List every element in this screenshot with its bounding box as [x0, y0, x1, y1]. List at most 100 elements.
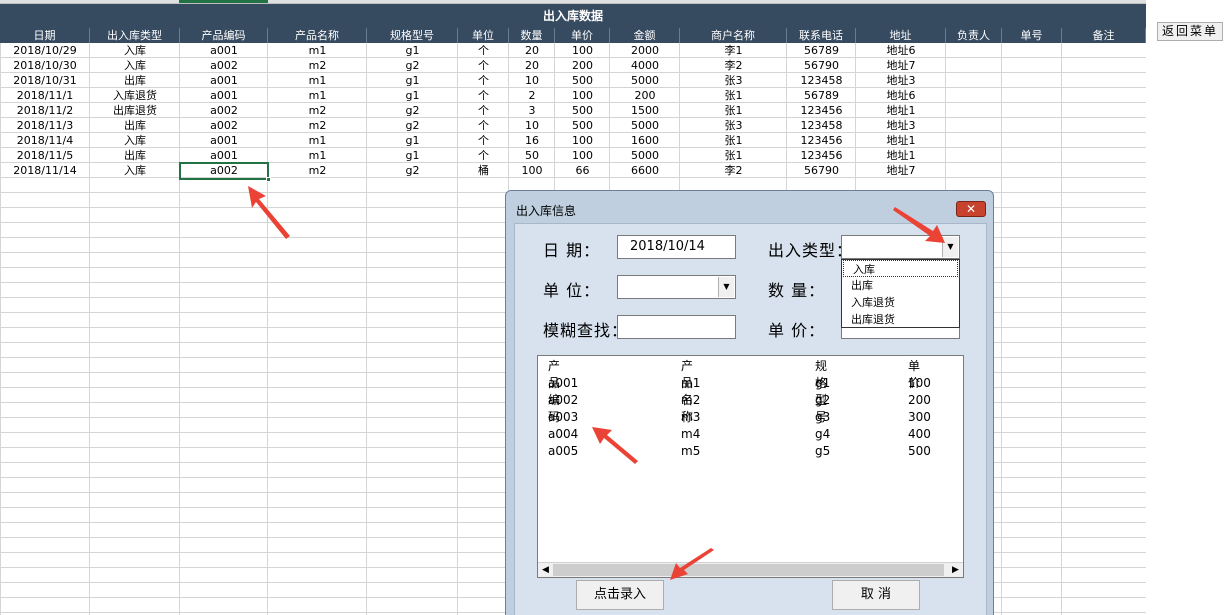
table-cell[interactable]: 出库: [90, 118, 180, 133]
table-cell[interactable]: 个: [458, 58, 509, 73]
table-cell[interactable]: a001: [180, 88, 268, 103]
date-field[interactable]: 2018/10/14: [617, 235, 736, 259]
table-cell[interactable]: a001: [180, 133, 268, 148]
horizontal-scrollbar[interactable]: ◀ ▶: [538, 562, 963, 577]
table-cell[interactable]: 入库退货: [90, 88, 180, 103]
table-cell[interactable]: 16: [509, 133, 555, 148]
table-cell[interactable]: 5000: [610, 118, 680, 133]
table-cell[interactable]: 500: [555, 118, 610, 133]
column-header[interactable]: 地址: [856, 28, 946, 43]
table-cell[interactable]: m2: [268, 58, 367, 73]
type-option[interactable]: 入库: [843, 260, 958, 277]
table-cell[interactable]: a002: [180, 118, 268, 133]
table-cell[interactable]: 1600: [610, 133, 680, 148]
table-cell[interactable]: [1062, 43, 1146, 58]
table-cell[interactable]: 个: [458, 73, 509, 88]
table-cell[interactable]: 入库: [90, 163, 180, 178]
table-cell[interactable]: 地址1: [856, 103, 946, 118]
close-button[interactable]: ✕: [956, 201, 986, 217]
table-cell[interactable]: 10: [509, 73, 555, 88]
table-cell[interactable]: 56789: [787, 43, 856, 58]
table-cell[interactable]: g2: [367, 163, 458, 178]
table-cell[interactable]: [1002, 133, 1062, 148]
table-cell[interactable]: 200: [610, 88, 680, 103]
table-cell[interactable]: [946, 163, 1002, 178]
column-header[interactable]: 单号: [1002, 28, 1062, 43]
search-input[interactable]: [617, 315, 736, 339]
column-header[interactable]: 日期: [0, 28, 90, 43]
table-cell[interactable]: 地址1: [856, 133, 946, 148]
column-header[interactable]: 金额: [610, 28, 680, 43]
table-cell[interactable]: 个: [458, 148, 509, 163]
table-cell[interactable]: g1: [367, 43, 458, 58]
column-header[interactable]: 出入库类型: [90, 28, 180, 43]
table-cell[interactable]: 张1: [680, 103, 787, 118]
table-cell[interactable]: 56790: [787, 163, 856, 178]
table-cell[interactable]: m1: [268, 88, 367, 103]
table-cell[interactable]: [946, 118, 1002, 133]
table-cell[interactable]: [946, 133, 1002, 148]
table-cell[interactable]: 100: [555, 148, 610, 163]
return-menu-button[interactable]: 返回菜单: [1157, 22, 1223, 41]
table-cell[interactable]: 个: [458, 43, 509, 58]
table-cell[interactable]: [1062, 73, 1146, 88]
table-cell[interactable]: 50: [509, 148, 555, 163]
column-header[interactable]: 联系电话: [787, 28, 856, 43]
table-cell[interactable]: 123456: [787, 148, 856, 163]
table-cell[interactable]: [946, 148, 1002, 163]
type-option[interactable]: 出库退货: [842, 311, 959, 328]
column-header[interactable]: 规格型号: [367, 28, 458, 43]
table-cell[interactable]: g1: [367, 88, 458, 103]
table-cell[interactable]: m1: [268, 43, 367, 58]
table-cell[interactable]: [1002, 148, 1062, 163]
table-cell[interactable]: 个: [458, 118, 509, 133]
table-cell[interactable]: 10: [509, 118, 555, 133]
table-cell[interactable]: 地址6: [856, 43, 946, 58]
table-cell[interactable]: g1: [367, 148, 458, 163]
table-cell[interactable]: 个: [458, 133, 509, 148]
table-cell[interactable]: m2: [268, 118, 367, 133]
table-cell[interactable]: 200: [555, 58, 610, 73]
table-cell[interactable]: 入库: [90, 43, 180, 58]
table-cell[interactable]: 100: [555, 43, 610, 58]
table-cell[interactable]: 123456: [787, 103, 856, 118]
table-cell[interactable]: 2018/11/3: [0, 118, 90, 133]
table-cell[interactable]: 56789: [787, 88, 856, 103]
table-cell[interactable]: 地址1: [856, 148, 946, 163]
table-cell[interactable]: 56790: [787, 58, 856, 73]
table-cell[interactable]: m1: [268, 148, 367, 163]
table-cell[interactable]: [1002, 103, 1062, 118]
chevron-down-icon[interactable]: ▼: [718, 277, 734, 297]
table-cell[interactable]: a001: [180, 73, 268, 88]
table-cell[interactable]: a001: [180, 148, 268, 163]
table-cell[interactable]: m1: [268, 133, 367, 148]
table-cell[interactable]: 李2: [680, 58, 787, 73]
table-cell[interactable]: 5000: [610, 148, 680, 163]
table-cell[interactable]: [1062, 133, 1146, 148]
table-cell[interactable]: 123458: [787, 73, 856, 88]
table-cell[interactable]: 桶: [458, 163, 509, 178]
table-cell[interactable]: [1062, 58, 1146, 73]
table-cell[interactable]: g2: [367, 103, 458, 118]
column-header[interactable]: 数量: [509, 28, 555, 43]
table-cell[interactable]: 张3: [680, 73, 787, 88]
table-cell[interactable]: 出库: [90, 148, 180, 163]
column-header[interactable]: 单位: [458, 28, 509, 43]
active-cell-cursor[interactable]: [179, 162, 271, 182]
scroll-right-icon[interactable]: ▶: [948, 563, 963, 577]
table-cell[interactable]: g1: [367, 133, 458, 148]
submit-button[interactable]: 点击录入: [576, 580, 664, 610]
scroll-left-icon[interactable]: ◀: [538, 563, 553, 577]
column-header[interactable]: 单价: [555, 28, 610, 43]
table-cell[interactable]: 5000: [610, 73, 680, 88]
table-cell[interactable]: 地址3: [856, 73, 946, 88]
table-cell[interactable]: 个: [458, 103, 509, 118]
table-cell[interactable]: 地址7: [856, 58, 946, 73]
table-cell[interactable]: 20: [509, 43, 555, 58]
type-option[interactable]: 出库: [842, 277, 959, 294]
table-cell[interactable]: 2018/10/29: [0, 43, 90, 58]
table-cell[interactable]: a002: [180, 103, 268, 118]
table-cell[interactable]: [946, 88, 1002, 103]
table-cell[interactable]: 1500: [610, 103, 680, 118]
cancel-button[interactable]: 取 消: [832, 580, 920, 610]
